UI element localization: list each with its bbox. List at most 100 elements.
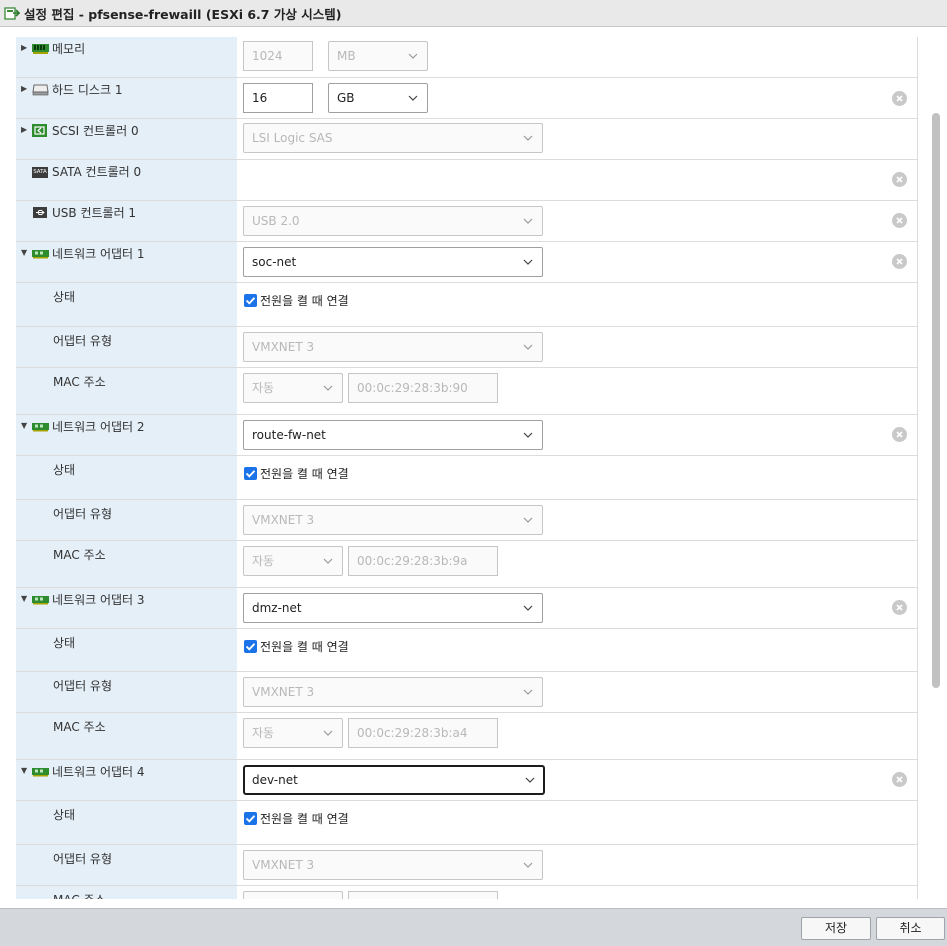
mac-address-input[interactable]: 00:0c:29:28:3b:9a: [348, 546, 498, 576]
status-label-cell: 상태: [16, 283, 237, 326]
disk-value-cell: 16 GB: [237, 78, 918, 118]
usb-icon: [33, 207, 47, 218]
chevron-down-icon: [323, 374, 333, 391]
adapter-label: 네트워크 어댑터 1: [52, 247, 145, 261]
status-value-cell: 전원을 켤 때 연결: [237, 629, 918, 671]
remove-adapter-icon[interactable]: [892, 427, 907, 442]
remove-sata-icon[interactable]: [892, 172, 907, 187]
mac-mode-select[interactable]: 자동: [243, 718, 343, 748]
type-value-cell: VMXNET 3: [237, 500, 918, 540]
mac-mode-value: 자동: [252, 726, 275, 740]
adapter-network-select[interactable]: route-fw-net: [243, 420, 543, 450]
scsi-type-select[interactable]: LSI Logic SAS: [243, 123, 543, 153]
adapter-value-cell: dev-net: [237, 760, 918, 800]
status-value-cell: 전원을 켤 때 연결: [237, 456, 918, 499]
connect-at-power-on-checkbox[interactable]: 전원을 켤 때 연결: [244, 465, 349, 482]
chevron-down-icon: [525, 767, 535, 783]
checkbox-checked-icon[interactable]: [244, 294, 257, 307]
collapse-arrow-icon[interactable]: ▼: [21, 421, 29, 430]
remove-adapter-icon[interactable]: [892, 600, 907, 615]
adapter-status-row: 상태 전원을 켤 때 연결: [16, 456, 918, 500]
mac-address-input[interactable]: 00:0c:29:28:3b:a4: [348, 718, 498, 748]
collapse-arrow-icon[interactable]: ▼: [21, 594, 29, 603]
adapter-type-select[interactable]: VMXNET 3: [243, 850, 543, 880]
memory-unit-value: MB: [337, 49, 356, 63]
settings-content[interactable]: ▶ 메모리 1024 MB ▶ 하드 디스크 1 16 GB ▶ SCSI 컨트…: [0, 27, 947, 899]
usb-type-select[interactable]: USB 2.0: [243, 206, 543, 236]
scsi-row: ▶ SCSI 컨트롤러 0 LSI Logic SAS: [16, 119, 918, 160]
scsi-label-cell: ▶ SCSI 컨트롤러 0: [16, 119, 237, 159]
adapter-type-select[interactable]: VMXNET 3: [243, 677, 543, 707]
adapter-network-select[interactable]: dev-net: [243, 765, 545, 795]
mac-mode-select[interactable]: [243, 891, 343, 899]
mac-address-row: MAC 주소 자동 00:0c:29:28:3b:a4: [16, 713, 918, 760]
checkbox-checked-icon[interactable]: [244, 812, 257, 825]
scrollbar-thumb[interactable]: [932, 113, 940, 688]
status-label: 상태: [53, 290, 76, 304]
mac-value-cell: 자동 00:0c:29:28:3b:a4: [237, 713, 918, 759]
adapter-label: 네트워크 어댑터 3: [52, 593, 145, 607]
usb-value-cell: USB 2.0: [237, 201, 918, 241]
mac-mode-select[interactable]: 자동: [243, 373, 343, 403]
remove-adapter-icon[interactable]: [892, 772, 907, 787]
adapter-label-cell: ▼ 네트워크 어댑터 4: [16, 760, 237, 800]
mac-mode-value: 자동: [252, 554, 275, 568]
adapter-network-select[interactable]: soc-net: [243, 247, 543, 277]
adapter-type-label: 어댑터 유형: [53, 852, 113, 866]
adapter-label: 네트워크 어댑터 4: [52, 765, 145, 779]
save-button[interactable]: 저장: [801, 917, 871, 940]
memory-input[interactable]: 1024: [243, 41, 313, 71]
mac-address-label: MAC 주소: [53, 720, 106, 734]
mac-mode-select[interactable]: 자동: [243, 546, 343, 576]
mac-address-input[interactable]: [348, 891, 498, 899]
remove-disk-icon[interactable]: [892, 91, 907, 106]
disk-unit-select[interactable]: GB: [328, 83, 428, 113]
expand-arrow-icon[interactable]: ▶: [21, 43, 29, 52]
collapse-arrow-icon[interactable]: ▼: [21, 766, 29, 775]
chevron-down-icon: [408, 42, 418, 59]
adapter-value-cell: soc-net: [237, 242, 918, 282]
adapter-label-cell: ▼ 네트워크 어댑터 3: [16, 588, 237, 628]
connect-at-power-on-checkbox[interactable]: 전원을 켤 때 연결: [244, 292, 349, 309]
type-label-cell: 어댑터 유형: [16, 500, 237, 540]
mac-value-cell: 자동 00:0c:29:28:3b:9a: [237, 541, 918, 587]
connect-at-power-on-checkbox[interactable]: 전원을 켤 때 연결: [244, 810, 349, 827]
window-title: 설정 편집 - pfsense-frewaill (ESXi 6.7 가상 시스…: [24, 6, 342, 22]
adapter-network-value: dmz-net: [252, 601, 302, 615]
network-card-icon: [32, 596, 49, 605]
expand-arrow-icon[interactable]: ▶: [21, 84, 29, 93]
cancel-button[interactable]: 취소: [876, 917, 945, 940]
status-label-cell: 상태: [16, 801, 237, 844]
chevron-down-icon: [523, 506, 533, 523]
hard-disk-icon: [32, 84, 49, 96]
remove-usb-icon[interactable]: [892, 213, 907, 228]
memory-row: ▶ 메모리 1024 MB: [16, 37, 918, 78]
adapter-type-label: 어댑터 유형: [53, 334, 113, 348]
chevron-down-icon: [523, 421, 533, 438]
checkbox-checked-icon[interactable]: [244, 640, 257, 653]
adapter-type-select[interactable]: VMXNET 3: [243, 505, 543, 535]
memory-unit-select[interactable]: MB: [328, 41, 428, 71]
hardware-list: ▶ 메모리 1024 MB ▶ 하드 디스크 1 16 GB ▶ SCSI 컨트…: [16, 37, 918, 899]
mac-label-cell: MAC 주소: [16, 368, 237, 414]
connect-at-power-on-label: 전원을 켤 때 연결: [260, 467, 349, 481]
collapse-arrow-icon[interactable]: ▼: [21, 248, 29, 257]
adapter-type-label: 어댑터 유형: [53, 507, 113, 521]
adapter-type-row: 어댑터 유형 VMXNET 3: [16, 845, 918, 886]
adapter-label-cell: ▼ 네트워크 어댑터 1: [16, 242, 237, 282]
disk-size-input[interactable]: 16: [243, 83, 313, 113]
adapter-type-value: VMXNET 3: [252, 513, 315, 527]
type-value-cell: VMXNET 3: [237, 672, 918, 712]
mac-address-row: MAC 주소 자동 00:0c:29:28:3b:9a: [16, 541, 918, 588]
chevron-down-icon: [523, 594, 533, 611]
remove-adapter-icon[interactable]: [892, 254, 907, 269]
adapter-label: 네트워크 어댑터 2: [52, 420, 145, 434]
adapter-type-select[interactable]: VMXNET 3: [243, 332, 543, 362]
checkbox-checked-icon[interactable]: [244, 467, 257, 480]
connect-at-power-on-checkbox[interactable]: 전원을 켤 때 연결: [244, 638, 349, 655]
adapter-status-row: 상태 전원을 켤 때 연결: [16, 801, 918, 845]
adapter-network-select[interactable]: dmz-net: [243, 593, 543, 623]
type-value-cell: VMXNET 3: [237, 845, 918, 885]
mac-address-input[interactable]: 00:0c:29:28:3b:90: [348, 373, 498, 403]
expand-arrow-icon[interactable]: ▶: [21, 125, 29, 134]
